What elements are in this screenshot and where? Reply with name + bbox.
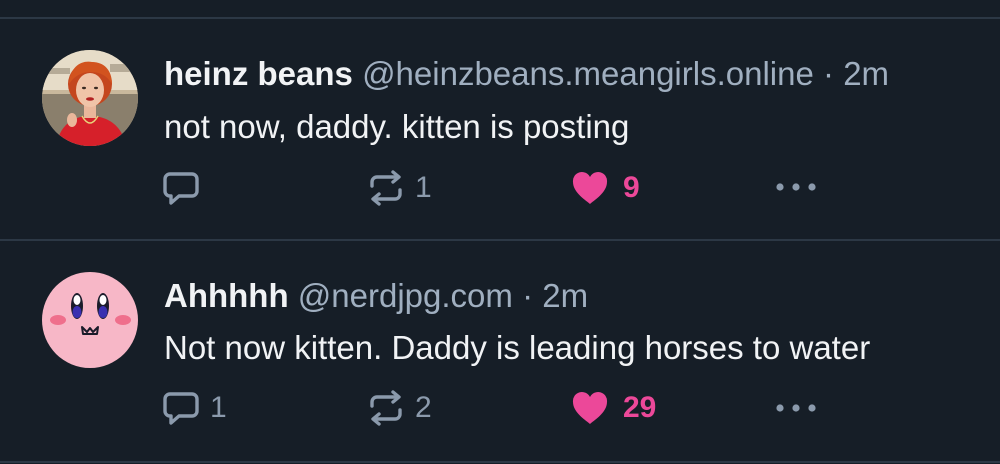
- post-item[interactable]: Ahhhhh @nerdjpg.com · 2m Not now kitten.…: [0, 241, 1000, 461]
- post-feed: heinz beans @heinzbeans.meangirls.online…: [0, 0, 1000, 464]
- heart-icon: [572, 172, 608, 204]
- like-button[interactable]: 29: [571, 388, 656, 428]
- repost-icon: [370, 390, 402, 426]
- repost-button[interactable]: 2: [367, 388, 432, 428]
- post-item[interactable]: heinz beans @heinzbeans.meangirls.online…: [0, 19, 1000, 239]
- more-options-button[interactable]: [775, 167, 817, 207]
- repost-icon: [370, 170, 402, 206]
- post-header: heinz beans @heinzbeans.meangirls.online…: [164, 54, 889, 94]
- heart-icon: [572, 392, 608, 424]
- display-name[interactable]: heinz beans: [164, 55, 353, 92]
- post-timestamp[interactable]: 2m: [843, 55, 889, 92]
- post-header: Ahhhhh @nerdjpg.com · 2m: [164, 276, 588, 316]
- reply-button[interactable]: [162, 168, 210, 208]
- display-name[interactable]: Ahhhhh: [164, 277, 289, 314]
- redhead-woman-avatar-icon: [42, 50, 138, 146]
- separator-dot: ·: [823, 55, 835, 92]
- reply-icon: [163, 392, 199, 425]
- more-dots-icon: [776, 404, 816, 412]
- like-button[interactable]: 9: [571, 168, 640, 208]
- repost-count: 2: [415, 391, 432, 424]
- separator-dot: ·: [522, 277, 534, 314]
- reply-button[interactable]: 1: [162, 388, 227, 428]
- user-handle[interactable]: @nerdjpg.com: [298, 277, 513, 314]
- more-dots-icon: [776, 183, 816, 191]
- repost-button[interactable]: 1: [367, 168, 432, 208]
- user-handle[interactable]: @heinzbeans.meangirls.online: [362, 55, 814, 92]
- post-timestamp[interactable]: 2m: [542, 277, 588, 314]
- reply-count: 1: [210, 391, 227, 424]
- post-text: Not now kitten. Daddy is leading horses …: [164, 329, 871, 366]
- user-avatar[interactable]: [42, 50, 138, 146]
- like-count: 29: [623, 391, 657, 424]
- user-avatar[interactable]: [42, 272, 138, 368]
- post-text: not now, daddy. kitten is posting: [164, 108, 630, 145]
- kirby-face-avatar-icon: [42, 272, 138, 368]
- repost-count: 1: [415, 171, 432, 204]
- divider: [0, 461, 1000, 463]
- reply-icon: [163, 172, 199, 205]
- more-options-button[interactable]: [775, 388, 817, 428]
- like-count: 9: [623, 171, 640, 204]
